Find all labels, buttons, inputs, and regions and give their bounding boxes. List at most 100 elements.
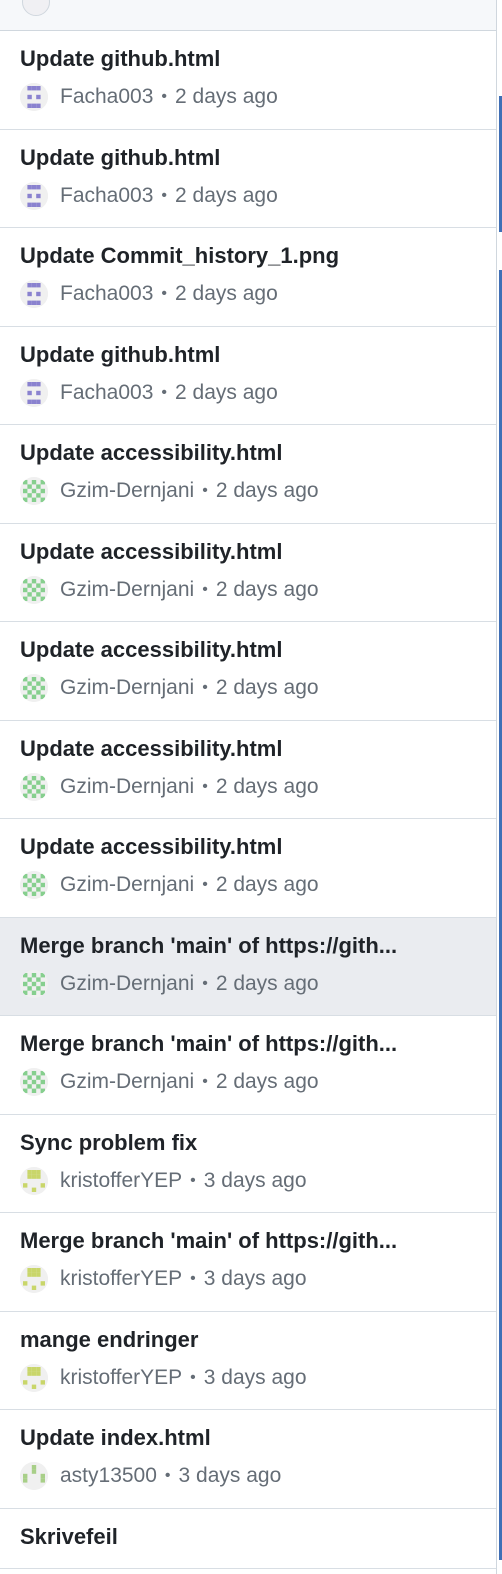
commit-row[interactable]: Update github.html Facha003 • 2 days ago	[0, 326, 496, 425]
commit-message: Update accessibility.html	[20, 538, 283, 564]
separator-dot: •	[202, 974, 208, 992]
commit-row[interactable]: Update accessibility.html Gzim-Dernjani …	[0, 622, 496, 721]
identicon-purple-icon	[20, 181, 48, 210]
commit-row[interactable]: Update Commit_history_1.png Facha003 • 2…	[0, 228, 496, 327]
commit-message: Merge branch 'main' of https://gith...	[20, 1031, 398, 1056]
identicon-lightgreen-icon	[20, 1462, 48, 1490]
commit-message: mange endringer	[20, 1326, 199, 1352]
commit-row[interactable]: Merge branch 'main' of https://gith... k…	[0, 1213, 496, 1312]
commit-row[interactable]: Update accessibility.html Gzim-Dernjani …	[0, 523, 496, 622]
commit-meta: asty13500 • 3 days ago	[20, 1461, 281, 1491]
commit-author: Facha003	[60, 183, 154, 207]
separator-dot: •	[161, 186, 168, 204]
commit-row[interactable]: Update index.html asty13500 • 3 days ago	[0, 1410, 496, 1509]
commit-meta: Facha003 • 2 days ago	[20, 279, 278, 309]
separator-dot: •	[202, 679, 208, 696]
commit-meta: Gzim-Dernjani • 2 days ago	[20, 673, 319, 703]
commit-message: Update accessibility.html	[20, 637, 283, 662]
commit-author: Gzim-Dernjani	[60, 873, 195, 896]
commit-time: 3 days ago	[203, 1168, 307, 1192]
identicon-green-icon	[20, 871, 48, 899]
separator-dot: •	[202, 482, 208, 499]
commit-author: Facha003	[60, 380, 154, 404]
commit-author: Gzim-Dernjani	[60, 676, 195, 699]
commit-time: 3 days ago	[178, 1464, 282, 1487]
commit-message: Update github.html	[20, 46, 221, 71]
separator-dot: •	[161, 88, 168, 105]
commit-row[interactable]: Merge branch 'main' of https://gith... G…	[0, 1016, 496, 1115]
identicon-green-icon	[20, 969, 48, 998]
identicon-green-icon	[20, 772, 48, 801]
commit-row[interactable]: Update github.html Facha003 • 2 days ago	[0, 31, 496, 130]
previous-commit-row-partial[interactable]	[0, 0, 496, 31]
separator-dot: •	[161, 285, 168, 302]
commit-author: Gzim-Dernjani	[60, 1070, 195, 1093]
commit-time: 3 days ago	[203, 1267, 307, 1290]
commit-row[interactable]: Sync problem fix kristofferYEP • 3 days …	[0, 1114, 496, 1213]
commit-meta: Gzim-Dernjani • 2 days ago	[20, 476, 319, 506]
commit-message: Update github.html	[20, 341, 221, 367]
commit-message: Skrivefeil	[20, 1523, 118, 1549]
commit-meta: Gzim-Dernjani • 2 days ago	[20, 969, 319, 999]
commit-author: asty13500	[60, 1464, 157, 1487]
identicon-purple-icon	[20, 378, 48, 407]
avatar-icon	[22, 0, 50, 16]
commit-message: Update Commit_history_1.png	[20, 243, 340, 268]
identicon-purple-icon	[20, 83, 48, 111]
separator-dot: •	[190, 1171, 196, 1189]
commit-time: 2 days ago	[215, 971, 319, 995]
separator-dot: •	[202, 580, 208, 598]
commit-meta: kristofferYEP • 3 days ago	[20, 1264, 307, 1294]
commit-time: 2 days ago	[215, 479, 319, 502]
commit-meta: kristofferYEP • 3 days ago	[20, 1166, 307, 1196]
commit-time: 2 days ago	[175, 380, 278, 404]
commit-meta: Gzim-Dernjani • 2 days ago	[20, 575, 319, 605]
commit-author: kristofferYEP	[60, 1168, 183, 1192]
commit-author: Facha003	[60, 85, 154, 108]
separator-dot: •	[202, 876, 208, 893]
commit-row[interactable]: Skrivefeil	[0, 1508, 496, 1569]
commit-list: Update github.html Facha003 • 2 days ago…	[0, 31, 496, 1569]
commit-time: 2 days ago	[175, 183, 278, 207]
commit-row[interactable]: Update accessibility.html Gzim-Dernjani …	[0, 720, 496, 819]
commit-meta: Facha003 • 2 days ago	[20, 378, 278, 408]
commit-author: kristofferYEP	[60, 1267, 183, 1290]
commit-author: Gzim-Dernjani	[60, 479, 195, 502]
commit-row[interactable]: Update accessibility.html Gzim-Dernjani …	[0, 819, 496, 918]
commit-meta: Gzim-Dernjani • 2 days ago	[20, 772, 319, 802]
commit-row[interactable]: mange endringer kristofferYEP • 3 days a…	[0, 1311, 496, 1410]
commit-time: 2 days ago	[215, 873, 319, 896]
commit-message: Sync problem fix	[20, 1129, 198, 1155]
commit-message: Update github.html	[20, 144, 221, 170]
commit-meta: Facha003 • 2 days ago	[20, 82, 278, 112]
commit-author: Facha003	[60, 282, 154, 305]
commit-message: Update accessibility.html	[20, 834, 283, 859]
commit-row[interactable]: Update accessibility.html Gzim-Dernjani …	[0, 425, 496, 524]
commit-message: Update index.html	[20, 1425, 211, 1450]
separator-dot: •	[202, 777, 208, 795]
commit-meta: kristofferYEP • 3 days ago	[20, 1363, 307, 1393]
identicon-yellow-icon	[20, 1265, 48, 1293]
commit-row[interactable]: Merge branch 'main' of https://gith... G…	[0, 917, 496, 1016]
commit-row[interactable]: Update github.html Facha003 • 2 days ago	[0, 129, 496, 228]
identicon-purple-icon	[20, 280, 48, 308]
commit-author: Gzim-Dernjani	[60, 774, 195, 798]
commit-message: Update accessibility.html	[20, 440, 283, 465]
commit-time: 3 days ago	[203, 1365, 307, 1389]
identicon-yellow-icon	[20, 1166, 48, 1195]
identicon-yellow-icon	[20, 1363, 48, 1392]
commit-meta: Gzim-Dernjani • 2 days ago	[20, 1067, 319, 1097]
commit-author: Gzim-Dernjani	[60, 971, 195, 995]
identicon-green-icon	[20, 674, 48, 702]
separator-dot: •	[190, 1368, 196, 1386]
commit-time: 2 days ago	[175, 282, 278, 305]
commit-message: Update accessibility.html	[20, 735, 283, 761]
commit-time: 2 days ago	[175, 85, 278, 108]
commit-message: Merge branch 'main' of https://gith...	[20, 1228, 398, 1253]
separator-dot: •	[190, 1270, 196, 1287]
commit-message: Merge branch 'main' of https://gith...	[20, 932, 398, 958]
commit-meta: Facha003 • 2 days ago	[20, 181, 278, 211]
separator-dot: •	[161, 383, 168, 401]
commit-time: 2 days ago	[215, 676, 319, 699]
separator-dot: •	[202, 1073, 208, 1090]
